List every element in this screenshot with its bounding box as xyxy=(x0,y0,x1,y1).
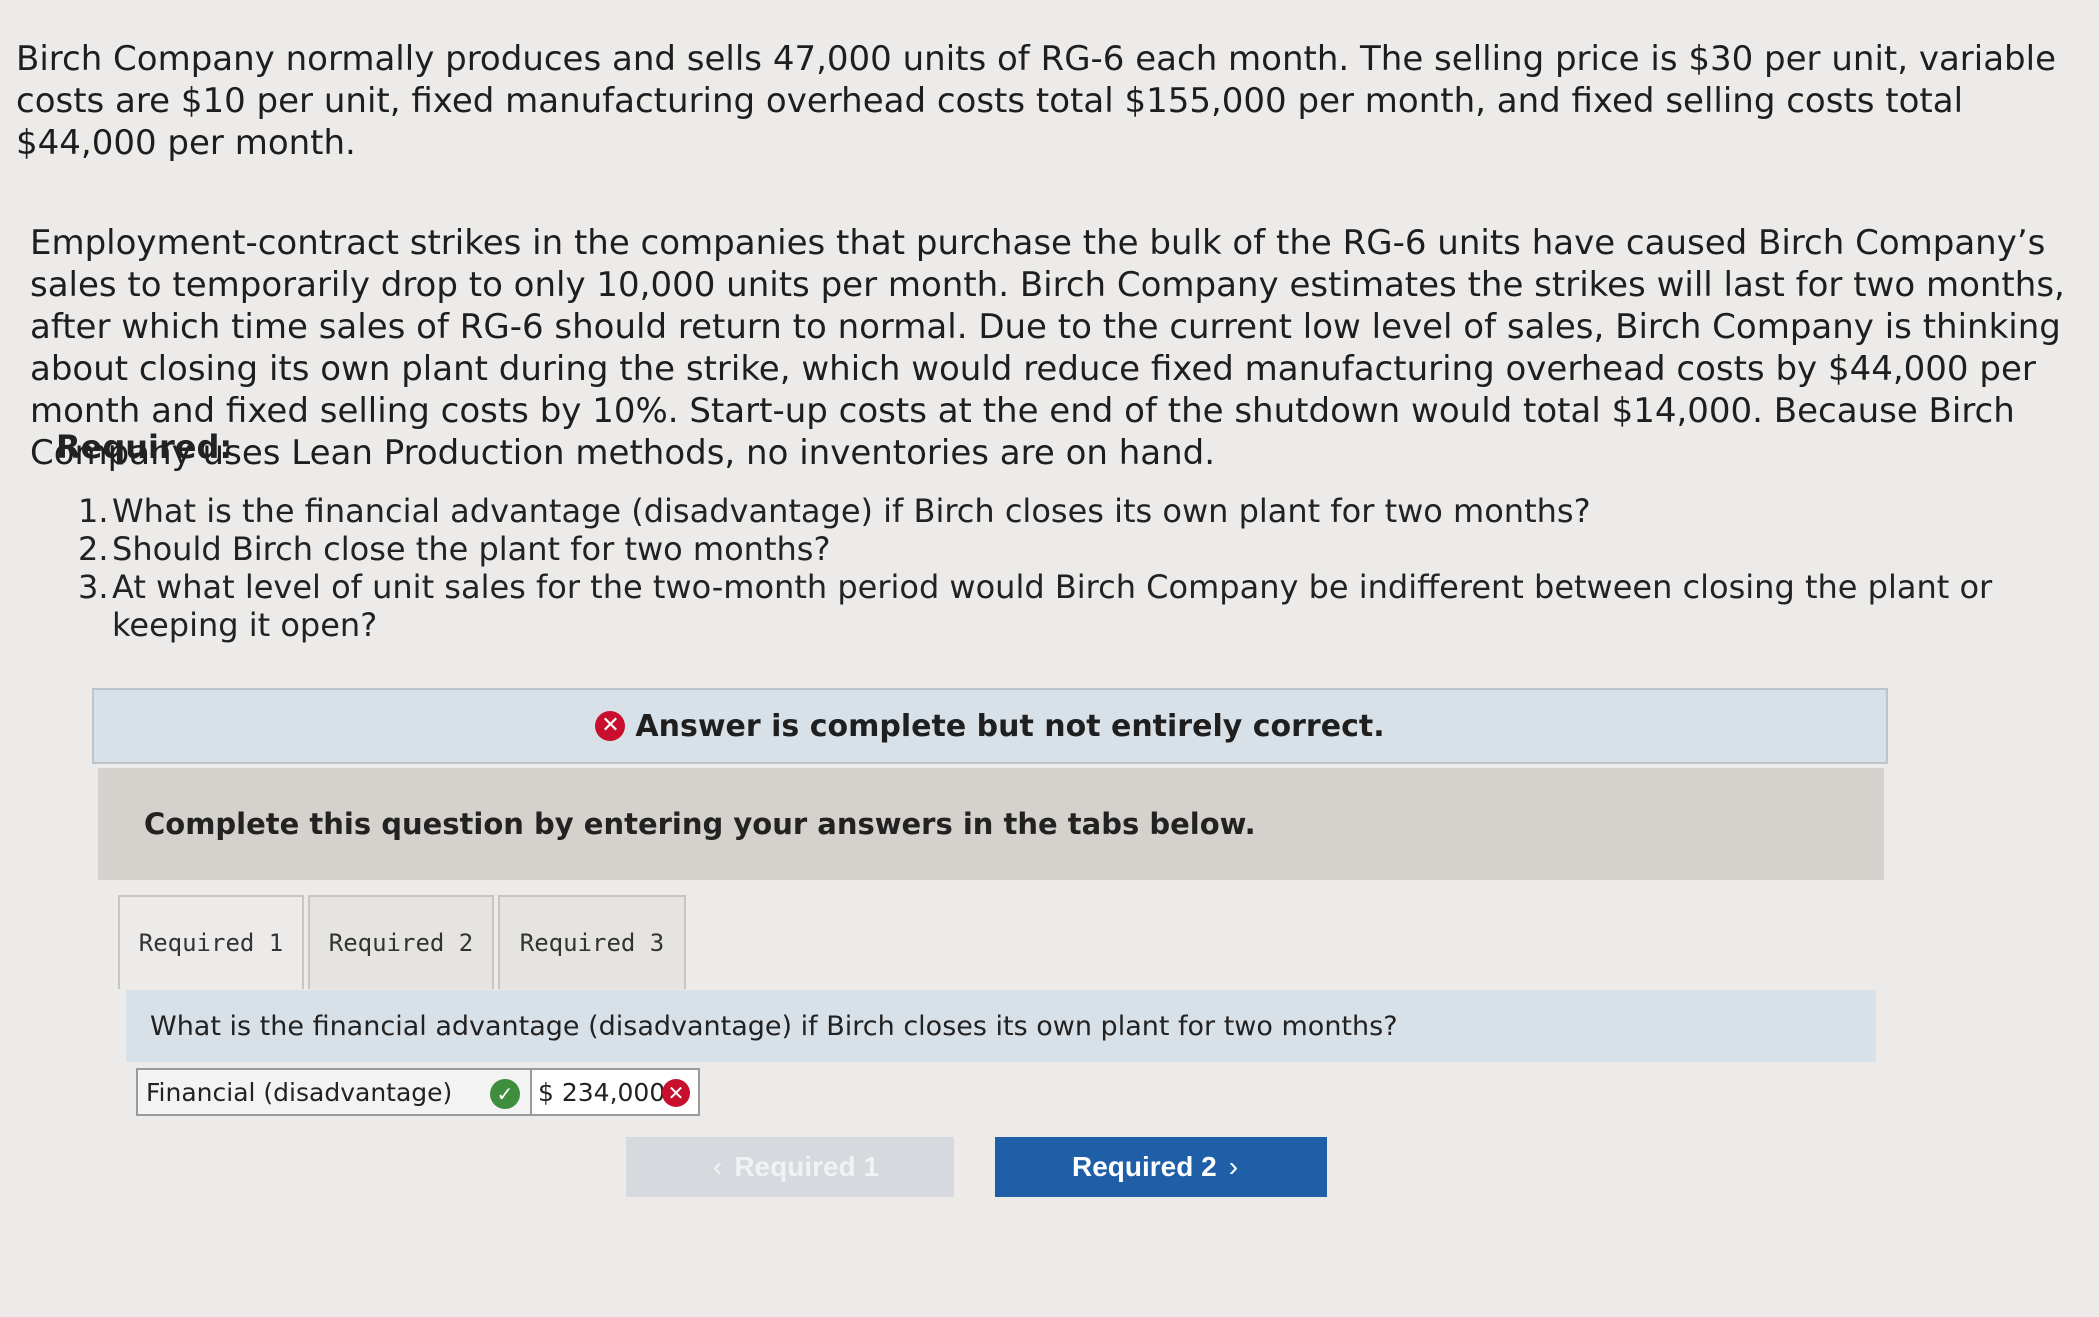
problem-paragraph-2: Employment-contract strikes in the compa… xyxy=(30,223,2065,473)
answer-status-text: Answer is complete but not entirely corr… xyxy=(635,708,1385,744)
problem-paragraph-1: Birch Company normally produces and sell… xyxy=(16,39,2056,163)
chevron-right-icon: › xyxy=(1228,1151,1239,1182)
check-circle-icon: ✓ xyxy=(490,1079,520,1109)
required-item-number: 3. xyxy=(78,568,109,606)
answer-value-input[interactable]: $ 234,000 ✕ xyxy=(532,1068,700,1116)
tab-required-3[interactable]: Required 3 xyxy=(498,895,686,989)
tab-required-2[interactable]: Required 2 xyxy=(308,895,494,989)
required-item-number: 1. xyxy=(78,492,109,530)
problem-text: Birch Company normally produces and sell… xyxy=(16,38,2076,532)
x-circle-icon: ✕ xyxy=(595,711,626,741)
instruction-text: Complete this question by entering your … xyxy=(144,807,1256,841)
previous-tab-button[interactable]: ‹ Required 1 xyxy=(626,1137,954,1197)
tab-question-text: What is the financial advantage (disadva… xyxy=(150,1010,1398,1042)
required-item-3: 3. At what level of unit sales for the t… xyxy=(78,568,2028,644)
next-tab-button[interactable]: Required 2 › xyxy=(995,1137,1327,1197)
required-item-text: Should Birch close the plant for two mon… xyxy=(112,530,831,568)
required-list: 1. What is the financial advantage (disa… xyxy=(78,492,2028,644)
previous-tab-label: Required 1 xyxy=(734,1151,880,1182)
instruction-banner: Complete this question by entering your … xyxy=(98,768,1884,880)
answer-status-banner: ✕ Answer is complete but not entirely co… xyxy=(92,688,1888,764)
tab-bar: Required 1 Required 2 Required 3 xyxy=(118,895,690,989)
required-heading: Required: xyxy=(56,428,233,466)
required-item-1: 1. What is the financial advantage (disa… xyxy=(78,492,2028,530)
required-item-text: At what level of unit sales for the two-… xyxy=(112,568,1993,644)
answer-row: Financial (disadvantage) ✓ $ 234,000 ✕ xyxy=(136,1068,700,1116)
chevron-left-icon: ‹ xyxy=(712,1151,723,1182)
x-circle-icon: ✕ xyxy=(662,1079,690,1107)
answer-label-dropdown[interactable]: Financial (disadvantage) ✓ xyxy=(136,1068,532,1116)
tab-question-bar: What is the financial advantage (disadva… xyxy=(126,990,1876,1062)
answer-label-text: Financial (disadvantage) xyxy=(146,1077,453,1107)
answer-value-text: $ 234,000 xyxy=(538,1077,666,1107)
tab-label: Required 2 xyxy=(328,929,474,957)
required-item-number: 2. xyxy=(78,530,109,568)
required-item-text: What is the financial advantage (disadva… xyxy=(112,492,1591,530)
tab-label: Required 3 xyxy=(519,929,665,957)
tab-required-1[interactable]: Required 1 xyxy=(118,895,304,989)
next-tab-label: Required 2 xyxy=(1071,1151,1217,1182)
required-item-2: 2. Should Birch close the plant for two … xyxy=(78,530,2028,568)
tab-label: Required 1 xyxy=(138,929,284,957)
